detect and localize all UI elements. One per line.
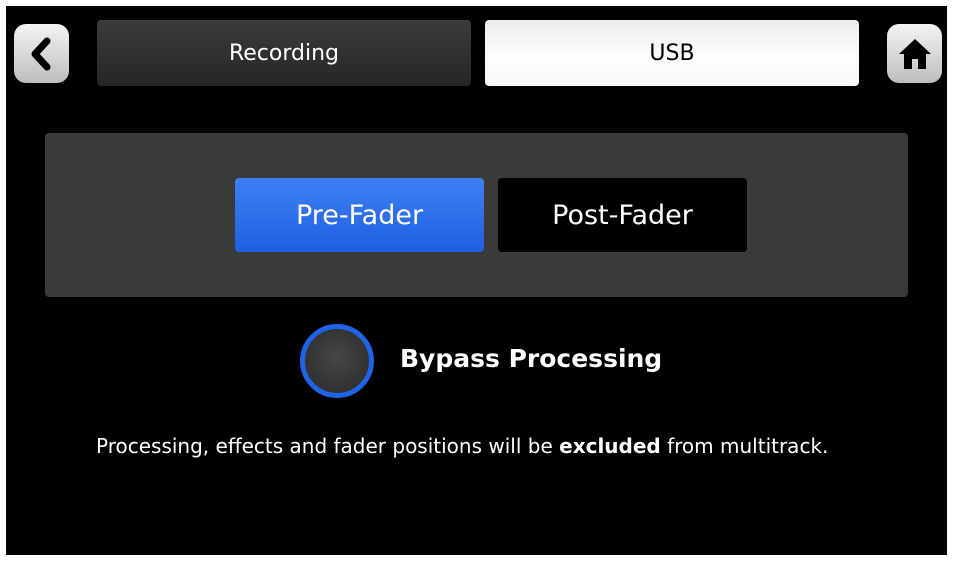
bypass-processing-toggle[interactable] [300, 324, 374, 398]
post-fader-label: Post-Fader [552, 199, 693, 231]
info-text-emphasis: excluded [559, 434, 661, 458]
tab-recording-label: Recording [228, 40, 340, 66]
pre-fader-button[interactable]: Pre-Fader [235, 178, 484, 252]
info-text-suffix: from multitrack. [660, 434, 829, 458]
tab-usb-label: USB [649, 40, 695, 66]
tab-recording[interactable]: Recording [97, 20, 471, 86]
bypass-processing-label: Bypass Processing [400, 344, 663, 373]
back-button[interactable] [14, 24, 69, 83]
post-fader-button[interactable]: Post-Fader [498, 178, 747, 252]
chevron-left-icon [31, 37, 50, 70]
pre-fader-label: Pre-Fader [295, 199, 424, 231]
tab-usb[interactable]: USB [485, 20, 859, 86]
home-button[interactable] [887, 24, 942, 83]
home-icon [898, 38, 931, 69]
usb-recording-screen: Recording USB Pre-Fader Post-Fader Bypas… [6, 6, 947, 555]
info-text: Processing, effects and fader positions … [96, 434, 828, 458]
info-text-prefix: Processing, effects and fader positions … [96, 434, 560, 458]
tap-point-panel: Pre-Fader Post-Fader [45, 133, 908, 297]
